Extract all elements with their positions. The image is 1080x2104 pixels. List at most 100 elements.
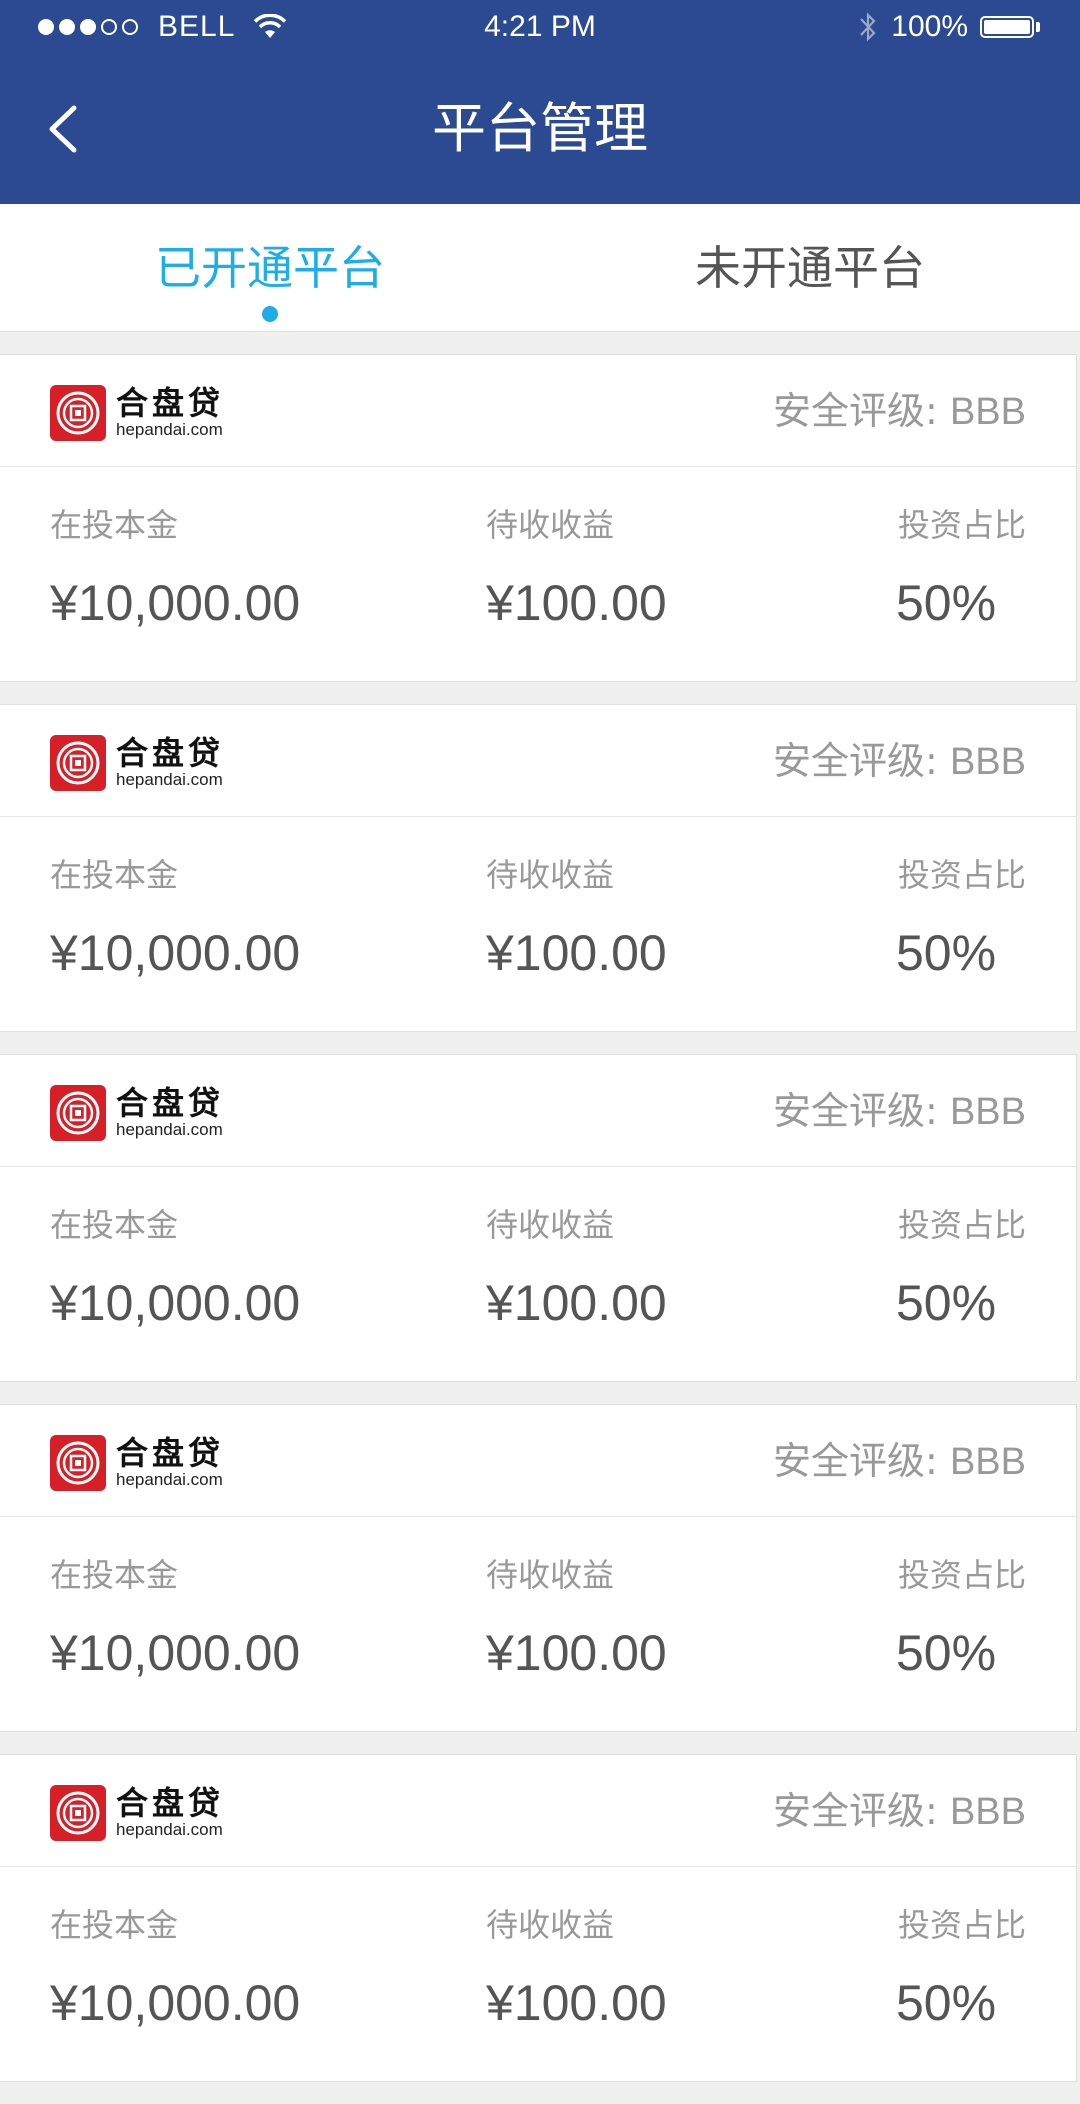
principal-value: ¥10,000.00: [50, 1275, 301, 1331]
ratio-value: 50%: [895, 575, 997, 631]
card-header: 合盘贷 hepandai.com 安全评级: BBB: [0, 1055, 1076, 1167]
platform-card[interactable]: 合盘贷 hepandai.com 安全评级: BBB 在投本金 ¥10,000.…: [0, 1404, 1077, 1732]
platform-card[interactable]: 合盘贷 hepandai.com 安全评级: BBB 在投本金 ¥10,000.…: [0, 1754, 1077, 2082]
ratio-value: 50%: [895, 1625, 997, 1681]
logo-domain: hepandai.com: [116, 770, 223, 789]
income-label: 待收收益: [486, 1556, 615, 1594]
principal-value: ¥10,000.00: [50, 1975, 301, 2031]
platform-card[interactable]: 合盘贷 hepandai.com 安全评级: BBB 在投本金 ¥10,000.…: [0, 1054, 1077, 1382]
income-column: 待收收益 ¥100.00: [486, 1555, 667, 1681]
income-column: 待收收益 ¥100.00: [486, 855, 667, 981]
principal-column: 在投本金 ¥10,000.00: [50, 505, 300, 631]
logo-domain: hepandai.com: [116, 1120, 223, 1139]
status-bar: BELL 4:21 PM 100%: [0, 0, 1080, 56]
safety-rating: 安全评级: BBB: [773, 1055, 1026, 1168]
logo-domain: hepandai.com: [116, 1820, 223, 1839]
logo-chinese: 合盘贷: [116, 384, 225, 422]
status-right: 100%: [857, 10, 1042, 44]
platform-logo: 合盘贷 hepandai.com: [50, 735, 224, 791]
income-label: 待收收益: [486, 506, 615, 544]
card-header: 合盘贷 hepandai.com 安全评级: BBB: [0, 1755, 1076, 1867]
safety-rating-value: BBB: [949, 741, 1026, 783]
principal-label: 在投本金: [50, 1906, 179, 1944]
platform-logo: 合盘贷 hepandai.com: [50, 1785, 224, 1841]
ratio-column: 投资占比 50%: [895, 1555, 1026, 1681]
safety-rating-label: 安全评级:: [773, 1439, 938, 1483]
ratio-label: 投资占比: [897, 506, 1026, 544]
card-header: 合盘贷 hepandai.com 安全评级: BBB: [0, 355, 1076, 467]
ratio-value: 50%: [895, 925, 997, 981]
ratio-label: 投资占比: [897, 1906, 1026, 1944]
tab-unopened-platforms[interactable]: 未开通平台: [540, 204, 1080, 332]
safety-rating-label: 安全评级:: [773, 1789, 938, 1833]
principal-column: 在投本金 ¥10,000.00: [50, 1905, 300, 2031]
hepandai-logo-icon: [50, 1435, 106, 1491]
platform-logo: 合盘贷 hepandai.com: [50, 385, 224, 441]
hepandai-logo-icon: [50, 735, 106, 791]
safety-rating-label: 安全评级:: [773, 1089, 938, 1133]
safety-rating-value: BBB: [949, 1441, 1026, 1483]
safety-rating-value: BBB: [949, 1791, 1026, 1833]
principal-column: 在投本金 ¥10,000.00: [50, 855, 300, 981]
ratio-value: 50%: [895, 1275, 997, 1331]
safety-rating: 安全评级: BBB: [773, 705, 1026, 818]
platform-card[interactable]: 合盘贷 hepandai.com 安全评级: BBB 在投本金 ¥10,000.…: [0, 354, 1077, 682]
logo-chinese: 合盘贷: [116, 1434, 225, 1472]
hepandai-logo-icon: [50, 1785, 106, 1841]
card-header: 合盘贷 hepandai.com 安全评级: BBB: [0, 705, 1076, 817]
platform-logo: 合盘贷 hepandai.com: [50, 1435, 224, 1491]
logo-chinese: 合盘贷: [116, 1784, 225, 1822]
ratio-column: 投资占比 50%: [895, 505, 1026, 631]
principal-label: 在投本金: [50, 856, 179, 894]
safety-rating-label: 安全评级:: [773, 389, 938, 433]
income-value: ¥100.00: [486, 1625, 667, 1681]
safety-rating-label: 安全评级:: [773, 739, 938, 783]
income-label: 待收收益: [486, 1206, 615, 1244]
logo-domain: hepandai.com: [116, 1470, 223, 1489]
income-value: ¥100.00: [486, 575, 667, 631]
tab-bar: 已开通平台 未开通平台: [0, 204, 1080, 332]
hepandai-logo-icon: [50, 1085, 106, 1141]
battery-percentage: 100%: [891, 10, 968, 43]
income-column: 待收收益 ¥100.00: [486, 1905, 667, 2031]
income-label: 待收收益: [486, 1906, 615, 1944]
ratio-label: 投资占比: [897, 1556, 1026, 1594]
app-header: BELL 4:21 PM 100% 平台管理: [0, 0, 1080, 204]
income-value: ¥100.00: [486, 1275, 667, 1331]
platform-card[interactable]: 合盘贷 hepandai.com 安全评级: BBB 在投本金 ¥10,000.…: [0, 704, 1077, 1032]
safety-rating-value: BBB: [949, 391, 1026, 433]
card-header: 合盘贷 hepandai.com 安全评级: BBB: [0, 1405, 1076, 1517]
hepandai-logo-icon: [50, 385, 106, 441]
page-title: 平台管理: [432, 97, 648, 160]
platform-list: 合盘贷 hepandai.com 安全评级: BBB 在投本金 ¥10,000.…: [0, 354, 1080, 2104]
ratio-column: 投资占比 50%: [895, 855, 1026, 981]
principal-value: ¥10,000.00: [50, 1625, 301, 1681]
logo-chinese: 合盘贷: [116, 1084, 225, 1122]
ratio-value: 50%: [895, 1975, 997, 2031]
income-label: 待收收益: [486, 856, 615, 894]
battery-icon: [980, 14, 1042, 40]
income-value: ¥100.00: [486, 925, 667, 981]
principal-column: 在投本金 ¥10,000.00: [50, 1205, 300, 1331]
ratio-column: 投资占比 50%: [895, 1905, 1026, 2031]
principal-value: ¥10,000.00: [50, 925, 301, 981]
bluetooth-icon: [860, 12, 876, 42]
principal-label: 在投本金: [50, 1556, 179, 1594]
principal-label: 在投本金: [50, 1206, 179, 1244]
ratio-label: 投资占比: [897, 856, 1026, 894]
platform-logo: 合盘贷 hepandai.com: [50, 1085, 224, 1141]
safety-rating: 安全评级: BBB: [773, 1405, 1026, 1518]
income-value: ¥100.00: [486, 1975, 667, 2031]
principal-value: ¥10,000.00: [50, 575, 301, 631]
active-tab-indicator: [262, 306, 278, 322]
ratio-label: 投资占比: [897, 1206, 1026, 1244]
logo-domain: hepandai.com: [116, 420, 223, 439]
safety-rating: 安全评级: BBB: [773, 1755, 1026, 1868]
safety-rating: 安全评级: BBB: [773, 355, 1026, 468]
income-column: 待收收益 ¥100.00: [486, 1205, 667, 1331]
ratio-column: 投资占比 50%: [895, 1205, 1026, 1331]
principal-label: 在投本金: [50, 506, 179, 544]
safety-rating-value: BBB: [949, 1091, 1026, 1133]
principal-column: 在投本金 ¥10,000.00: [50, 1555, 300, 1681]
logo-chinese: 合盘贷: [116, 734, 225, 772]
